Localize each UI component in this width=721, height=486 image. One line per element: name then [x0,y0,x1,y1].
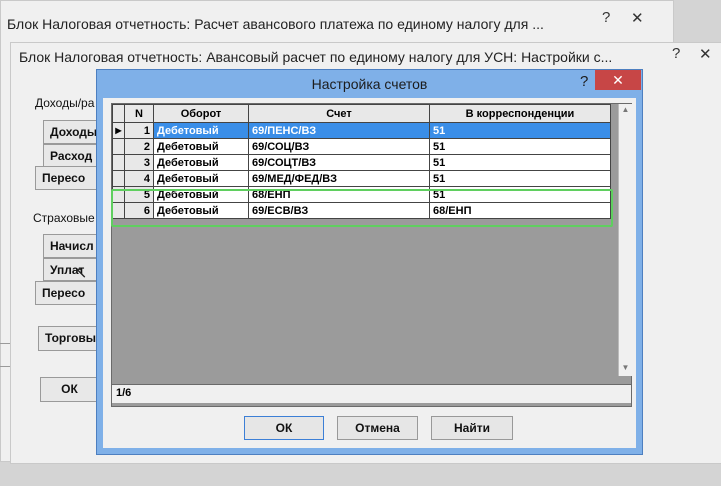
cell-correspondence[interactable]: 51 [429,170,611,187]
ok-button[interactable]: ОК [244,416,324,440]
recalc-button-2[interactable]: Пересо [35,281,99,305]
row-indicator[interactable] [112,154,125,171]
table-row[interactable]: 2 Дебетовый 69/СОЦ/ВЗ 51 [112,138,611,155]
highlight-box-rows-5-6 [111,189,613,227]
table-row[interactable]: 3 Дебетовый 69/СОЦТ/ВЗ 51 [112,154,611,171]
window1-close-button[interactable]: ✕ [631,9,644,27]
window2-close-button[interactable]: ✕ [699,45,712,63]
table-row[interactable]: 4 Дебетовый 69/МЕД/ФЕД/ВЗ 51 [112,170,611,187]
cell-turnover[interactable]: Дебетовый [153,122,249,139]
recalc-button-1[interactable]: Пересо [35,166,99,190]
accounts-grid[interactable]: N Оборот Счет В корреспонденции ▶ 1 Дебето… [111,103,632,407]
payment-button[interactable]: Уплат [43,258,99,281]
cell-n[interactable]: 3 [124,154,154,171]
dialog-client-area: N Оборот Счет В корреспонденции ▶ 1 Дебето… [103,98,636,448]
cell-account[interactable]: 69/СОЦТ/ВЗ [248,154,430,171]
vertical-scrollbar[interactable]: ▲ ▼ [618,104,632,376]
cell-account[interactable]: 69/СОЦ/ВЗ [248,138,430,155]
window2-ok-button[interactable]: ОК [40,377,99,402]
cell-n[interactable]: 4 [124,170,154,187]
current-row-indicator-icon[interactable]: ▶ [112,122,125,139]
window1-help-button[interactable]: ? [602,9,610,26]
cell-turnover[interactable]: Дебетовый [153,154,249,171]
section-income-label: Доходы/ра [35,96,95,110]
income-button[interactable]: Доходы [43,120,99,144]
row-indicator[interactable] [112,170,125,187]
trade-button[interactable]: Торговы [38,326,99,351]
column-header-turnover[interactable]: Оборот [153,104,249,123]
accrual-button[interactable]: Начисл [43,234,99,258]
find-button[interactable]: Найти [431,416,513,440]
cell-n[interactable]: 1 [124,122,154,139]
window1-title: Блок Налоговая отчетность: Расчет авансо… [7,16,544,32]
mouse-cursor-icon: ↖ [74,265,88,282]
column-header-correspondence[interactable]: В корреспонденции [429,104,611,123]
row-indicator[interactable] [112,138,125,155]
window2-help-button[interactable]: ? [672,45,680,62]
table-header-row: N Оборот Счет В корреспонденции [112,104,611,123]
expense-button[interactable]: Расход [43,144,99,167]
cell-account[interactable]: 69/МЕД/ФЕД/ВЗ [248,170,430,187]
cell-correspondence[interactable]: 51 [429,122,611,139]
window2-title: Блок Налоговая отчетность: Авансовый рас… [19,49,613,65]
cell-account[interactable]: 69/ПЕНС/ВЗ [248,122,430,139]
cancel-button[interactable]: Отмена [337,416,418,440]
cell-correspondence[interactable]: 51 [429,154,611,171]
cell-n[interactable]: 2 [124,138,154,155]
cell-turnover[interactable]: Дебетовый [153,170,249,187]
cell-correspondence[interactable]: 51 [429,138,611,155]
column-header-n[interactable]: N [124,104,154,123]
dialog-help-button[interactable]: ? [580,73,588,90]
cell-turnover[interactable]: Дебетовый [153,138,249,155]
scroll-up-icon[interactable]: ▲ [619,105,632,114]
dialog-close-button[interactable]: ✕ [595,70,641,90]
table-row[interactable]: ▶ 1 Дебетовый 69/ПЕНС/ВЗ 51 [112,122,611,139]
row-indicator-header [112,104,125,123]
divider [0,343,10,344]
section-insurance-label: Страховые [33,211,95,225]
account-settings-dialog: Настройка счетов ? ✕ N Оборот Счет В кор… [96,69,643,455]
dialog-title: Настройка счетов [311,76,428,92]
record-status-bar: 1/6 [112,384,631,403]
scroll-down-icon[interactable]: ▼ [619,363,632,372]
divider [0,366,10,367]
column-header-account[interactable]: Счет [248,104,430,123]
record-counter: 1/6 [116,387,132,399]
